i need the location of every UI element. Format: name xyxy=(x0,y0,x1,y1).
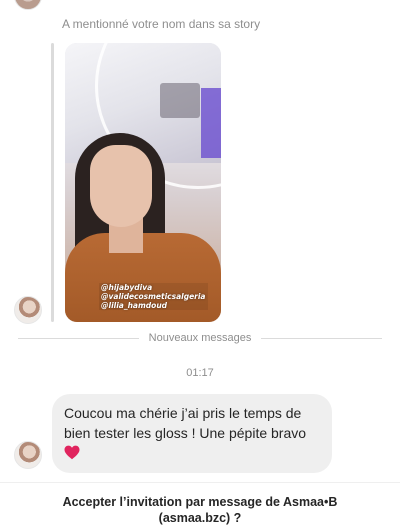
new-messages-label: Nouveaux messages xyxy=(148,332,252,344)
sender-avatar[interactable] xyxy=(14,441,42,469)
story-purple-panel xyxy=(201,88,221,158)
sender-avatar[interactable] xyxy=(14,296,42,324)
story-preview[interactable]: @hijabydiva @validecosmeticsalgeria @lil… xyxy=(65,43,221,322)
footer-divider xyxy=(0,482,400,483)
story-person-face xyxy=(90,145,152,227)
message-request-prompt: Accepter l’invitation par message de Asm… xyxy=(20,494,380,526)
story-tag: @lilia_hamdoud xyxy=(99,301,208,310)
invite-line-1: Accepter l’invitation par message de Asm… xyxy=(62,495,338,509)
story-mention-tags: @hijabydiva @validecosmeticsalgeria @lil… xyxy=(99,283,208,310)
story-tag: @hijabydiva xyxy=(99,283,208,292)
new-messages-divider: Nouveaux messages xyxy=(18,330,383,346)
story-reply-bar xyxy=(51,43,54,322)
story-shelf xyxy=(160,83,200,118)
avatar[interactable] xyxy=(14,0,42,10)
invite-line-2: (asmaa.bzc) ? xyxy=(158,511,242,525)
heart-icon xyxy=(64,445,80,460)
divider-line xyxy=(18,337,139,339)
message-bubble[interactable]: Coucou ma chérie j’ai pris le temps de b… xyxy=(52,394,332,473)
message-text: Coucou ma chérie j’ai pris le temps de b… xyxy=(64,405,307,441)
divider-line xyxy=(261,337,383,339)
story-mention-label: A mentionné votre nom dans sa story xyxy=(62,17,261,31)
story-tag: @validecosmeticsalgeria xyxy=(99,292,208,301)
message-timestamp: 01:17 xyxy=(186,367,214,379)
